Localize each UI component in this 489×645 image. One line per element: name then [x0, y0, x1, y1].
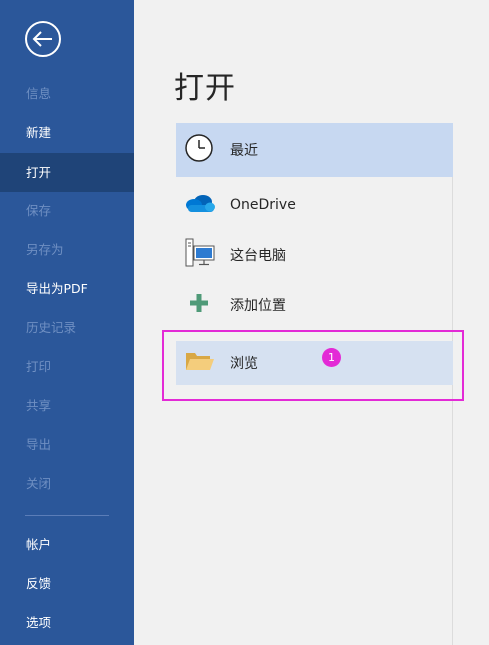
location-browse[interactable]: 浏览 — [176, 341, 453, 385]
computer-icon — [184, 237, 216, 273]
location-this-pc[interactable]: 这台电脑 — [176, 231, 453, 279]
backstage-sidebar: 信息 新建 打开 保存 另存为 导出为PDF 历史记录 打印 共享 导出 关闭 … — [0, 0, 134, 645]
plus-icon — [184, 288, 214, 322]
nav-item-export: 导出 — [26, 437, 52, 452]
open-panel: 打开 最近 OneDrive 这台电脑 添加位置 浏览 1 — [134, 0, 489, 645]
nav-item-export-pdf[interactable]: 导出为PDF — [0, 269, 134, 308]
nav-item-save: 保存 — [26, 203, 52, 218]
location-label: 添加位置 — [230, 298, 286, 314]
sidebar-divider — [25, 515, 109, 516]
back-arrow-icon — [25, 21, 61, 57]
annotation-step-badge: 1 — [322, 348, 341, 367]
nav-item-history: 历史记录 — [26, 320, 77, 335]
location-onedrive[interactable]: OneDrive — [176, 181, 453, 229]
nav-item-new[interactable]: 新建 — [0, 113, 134, 152]
nav-item-share: 共享 — [26, 398, 52, 413]
cloud-icon — [184, 192, 216, 218]
back-button[interactable] — [24, 20, 62, 58]
nav-item-feedback[interactable]: 反馈 — [0, 564, 134, 603]
nav-item-close: 关闭 — [26, 476, 52, 491]
folder-icon — [184, 348, 216, 378]
location-label: OneDrive — [230, 197, 296, 213]
clock-icon — [184, 133, 214, 167]
nav-item-save-as: 另存为 — [26, 242, 64, 257]
nav-item-print: 打印 — [26, 359, 52, 374]
nav-item-options[interactable]: 选项 — [0, 603, 134, 642]
location-recent[interactable]: 最近 — [176, 123, 453, 177]
location-label: 最近 — [230, 143, 258, 159]
nav-item-open[interactable]: 打开 — [0, 153, 134, 192]
location-label: 浏览 — [230, 356, 258, 372]
nav-item-info: 信息 — [26, 86, 52, 101]
page-title: 打开 — [174, 71, 236, 106]
location-add-place[interactable]: 添加位置 — [176, 281, 453, 329]
location-label: 这台电脑 — [230, 248, 286, 264]
nav-item-account[interactable]: 帐户 — [0, 525, 134, 564]
